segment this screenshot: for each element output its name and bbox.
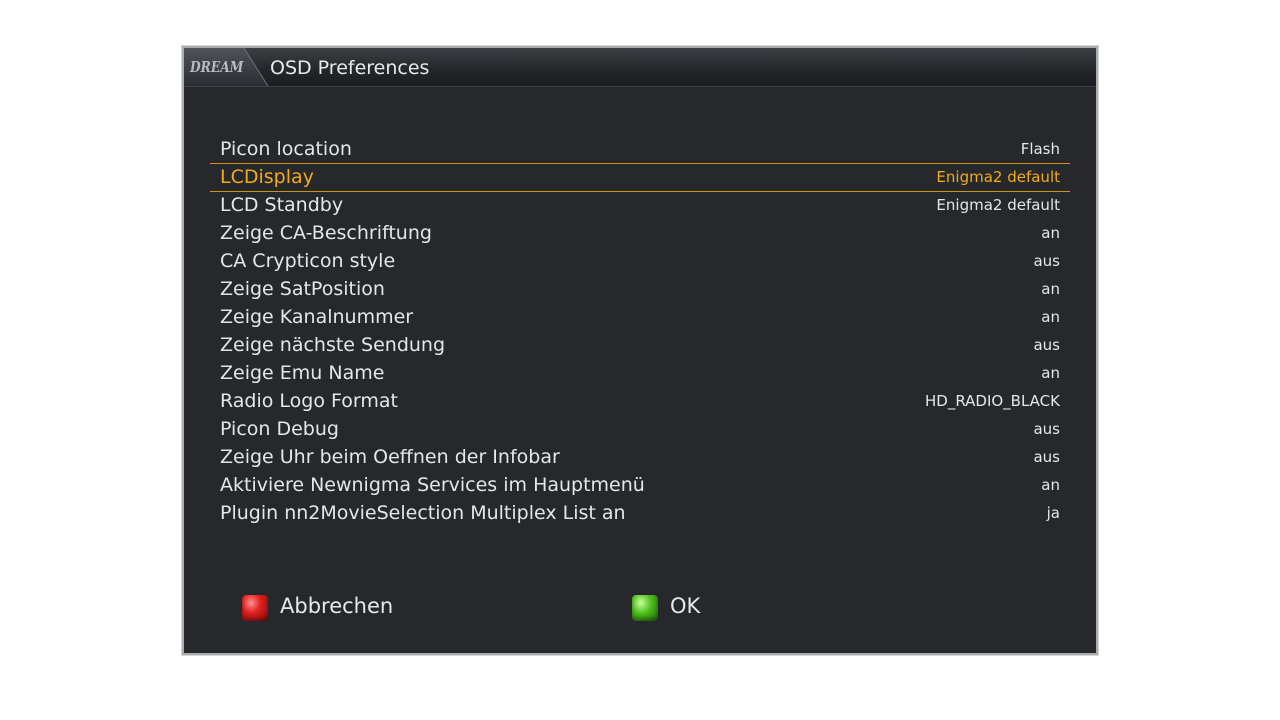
setting-value: aus <box>1033 252 1060 270</box>
setting-label: Zeige nächste Sendung <box>220 334 446 356</box>
settings-row[interactable]: LCD Standby Enigma2 default <box>210 191 1070 219</box>
setting-value: HD_RADIO_BLACK <box>925 392 1060 410</box>
settings-row[interactable]: Zeige Uhr beim Oeffnen der Infobar aus <box>210 443 1070 471</box>
setting-value: ja <box>1046 504 1060 522</box>
setting-value: an <box>1041 224 1060 242</box>
setting-value: Flash <box>1020 140 1060 158</box>
setting-label: Zeige Uhr beim Oeffnen der Infobar <box>220 446 560 468</box>
setting-label: Zeige CA-Beschriftung <box>220 222 432 244</box>
setting-label: LCD Standby <box>220 194 344 216</box>
settings-row[interactable]: Zeige Emu Name an <box>210 359 1070 387</box>
red-key-icon <box>242 595 268 621</box>
setting-label: Zeige Emu Name <box>220 362 385 384</box>
cancel-button-label: Abbrechen <box>280 594 394 618</box>
settings-row[interactable]: Radio Logo Format HD_RADIO_BLACK <box>210 387 1070 415</box>
setting-value: an <box>1041 364 1060 382</box>
setting-value: Enigma2 default <box>936 196 1060 214</box>
setting-label: Aktiviere Newnigma Services im Hauptmenü <box>220 474 645 496</box>
settings-row[interactable]: CA Crypticon style aus <box>210 247 1070 275</box>
setting-label: Plugin nn2MovieSelection Multiplex List … <box>220 502 626 524</box>
setting-label: CA Crypticon style <box>220 250 396 272</box>
settings-row[interactable]: Zeige SatPosition an <box>210 275 1070 303</box>
setting-value: an <box>1041 476 1060 494</box>
setting-label: Picon Debug <box>220 418 339 440</box>
settings-row[interactable]: Zeige CA-Beschriftung an <box>210 219 1070 247</box>
settings-row[interactable]: Picon location Flash <box>210 135 1070 163</box>
setting-value: aus <box>1033 448 1060 466</box>
green-key-icon <box>632 595 658 621</box>
settings-row[interactable]: LCDisplay Enigma2 default <box>210 163 1070 192</box>
osd-preferences-window: DREAM OSD Preferences Picon location Flas… <box>182 46 1098 655</box>
setting-value: an <box>1041 280 1060 298</box>
logo-text: DREAM <box>190 58 244 76</box>
settings-row[interactable]: Zeige nächste Sendung aus <box>210 331 1070 359</box>
setting-label: Picon location <box>220 138 352 160</box>
setting-label: Zeige Kanalnummer <box>220 306 414 328</box>
settings-row[interactable]: Picon Debug aus <box>210 415 1070 443</box>
setting-label: Radio Logo Format <box>220 390 398 412</box>
setting-label: LCDisplay <box>220 166 314 188</box>
settings-row[interactable]: Zeige Kanalnummer an <box>210 303 1070 331</box>
setting-value: an <box>1041 308 1060 326</box>
setting-value: aus <box>1033 336 1060 354</box>
setting-value: aus <box>1033 420 1060 438</box>
ok-button-label: OK <box>670 594 701 618</box>
setting-value: Enigma2 default <box>936 168 1060 186</box>
settings-list: Picon location Flash LCDisplay Enigma2 defa… <box>210 135 1070 527</box>
settings-row[interactable]: Aktiviere Newnigma Services im Hauptmenü… <box>210 471 1070 499</box>
setting-label: Zeige SatPosition <box>220 278 385 300</box>
settings-row[interactable]: Plugin nn2MovieSelection Multiplex List … <box>210 499 1070 527</box>
dream-logo: DREAM <box>184 48 270 86</box>
title-bar: DREAM OSD Preferences <box>184 48 1096 87</box>
page-title: OSD Preferences <box>270 57 430 79</box>
